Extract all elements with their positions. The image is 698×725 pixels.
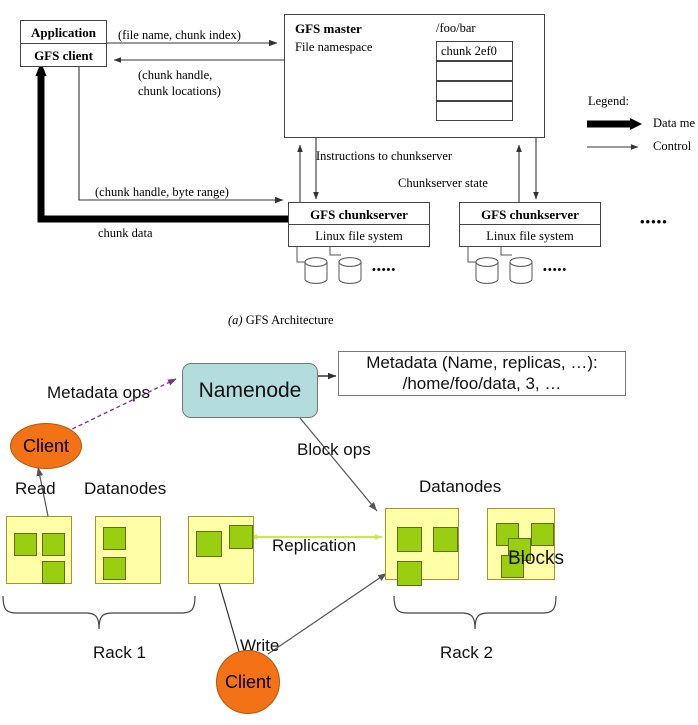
chunk-row: chunk 2ef0: [436, 41, 513, 61]
block: [531, 523, 554, 546]
metadata-ops-label: Metadata ops: [47, 383, 151, 402]
block: [103, 527, 126, 550]
chunk-row: [436, 101, 513, 121]
figure-a-caption-text: GFS Architecture: [245, 313, 334, 327]
read-label: Read: [15, 479, 56, 498]
edge-label-chunk-data: chunk data: [98, 226, 153, 240]
datanode[interactable]: [95, 516, 161, 584]
rack-2-label: Rack 2: [440, 643, 493, 662]
block: [42, 561, 65, 584]
namenode-box[interactable]: Namenode: [182, 363, 318, 418]
application-label: Application: [30, 25, 96, 40]
ellipsis-disks-2: •••••: [543, 264, 568, 276]
metadata-line-1: Metadata (Name, replicas, …):: [366, 352, 598, 372]
rack-1-brace: [2, 595, 196, 630]
metadata-box: Metadata (Name, replicas, …): /home/foo/…: [338, 351, 626, 396]
edge-label-file-name-chunk-index: (file name, chunk index): [118, 28, 241, 42]
arrow-block-ops: [299, 417, 378, 512]
edge-label-chunk-handle-1: (chunk handle,: [138, 68, 213, 82]
edge-label-instructions: Instructions to chunkserver: [316, 149, 453, 163]
block: [196, 531, 222, 557]
datanodes-label-rack-2: Datanodes: [419, 477, 502, 496]
gfs-chunkserver-2-title: GFS chunkserver: [481, 207, 579, 222]
metadata-line-2: /home/foo/data, 3, …: [402, 373, 562, 393]
rack-1-label: Rack 1: [93, 643, 146, 662]
application-box: Application: [20, 20, 107, 44]
figure-a-caption: (a) GFS Architecture: [228, 313, 334, 328]
linux-fs-2-box: Linux file system: [459, 224, 601, 247]
block: [42, 533, 65, 556]
datanode[interactable]: [188, 516, 254, 584]
arrow-master-chunkserver2: [516, 138, 539, 205]
chunk-row-label: chunk 2ef0: [441, 44, 497, 58]
gfs-client-label: GFS client: [34, 48, 93, 63]
datanodes-label-rack-1: Datanodes: [84, 479, 167, 498]
file-namespace-label: File namespace: [295, 40, 373, 54]
ellipsis-disks-1: •••••: [372, 264, 397, 276]
linux-fs-1-box: Linux file system: [288, 224, 430, 247]
disks-chunkserver-1: [296, 245, 362, 284]
blocks-label: Blocks: [508, 548, 564, 569]
block: [229, 525, 253, 549]
linux-fs-2-label: Linux file system: [486, 229, 574, 243]
chunk-row: [436, 81, 513, 101]
block: [14, 533, 37, 556]
ellipsis-chunkservers: •••••: [640, 214, 668, 229]
figure-a-caption-prefix: (a): [228, 313, 243, 327]
edge-label-chunkserver-state: Chunkserver state: [398, 176, 488, 190]
chunk-row: [436, 61, 513, 81]
edge-label-byte-range: (chunk handle, byte range): [95, 185, 229, 199]
client-read-label: Client: [22, 435, 70, 456]
client-write[interactable]: Client: [216, 650, 280, 714]
replication-label: Replication: [272, 536, 357, 555]
block-ops-label: Block ops: [297, 440, 371, 459]
block: [397, 527, 422, 552]
linux-fs-1-label: Linux file system: [315, 229, 403, 243]
figure-canvas: Application GFS client GFS master File n…: [0, 0, 698, 725]
gfs-master-title: GFS master: [295, 21, 362, 36]
legend-data-arrow: [587, 118, 642, 130]
datanode[interactable]: [6, 516, 72, 584]
namenode-label: Namenode: [198, 378, 302, 402]
block: [103, 557, 126, 580]
foo-bar-path-label: /foo/bar: [436, 21, 476, 35]
legend-data-label: Data me: [653, 116, 695, 130]
disks-chunkserver-2: [467, 245, 533, 284]
gfs-chunkserver-1-title: GFS chunkserver: [310, 207, 408, 222]
legend-control-label: Control: [653, 139, 692, 153]
edge-label-chunk-handle-2: chunk locations): [138, 84, 221, 98]
gfs-chunkserver-2-box: GFS chunkserver: [459, 202, 601, 225]
block: [397, 561, 422, 586]
client-write-label: Client: [224, 671, 272, 692]
arrow-master-chunkserver1: [297, 138, 319, 205]
client-read[interactable]: Client: [10, 423, 82, 469]
legend-title: Legend:: [588, 94, 629, 108]
arrow-write-rack2: [267, 572, 388, 655]
datanode[interactable]: [385, 508, 459, 586]
block: [433, 527, 458, 552]
gfs-client-box: GFS client: [20, 43, 107, 67]
gfs-chunkserver-1-box: GFS chunkserver: [288, 202, 430, 225]
rack-2-brace: [393, 595, 557, 630]
